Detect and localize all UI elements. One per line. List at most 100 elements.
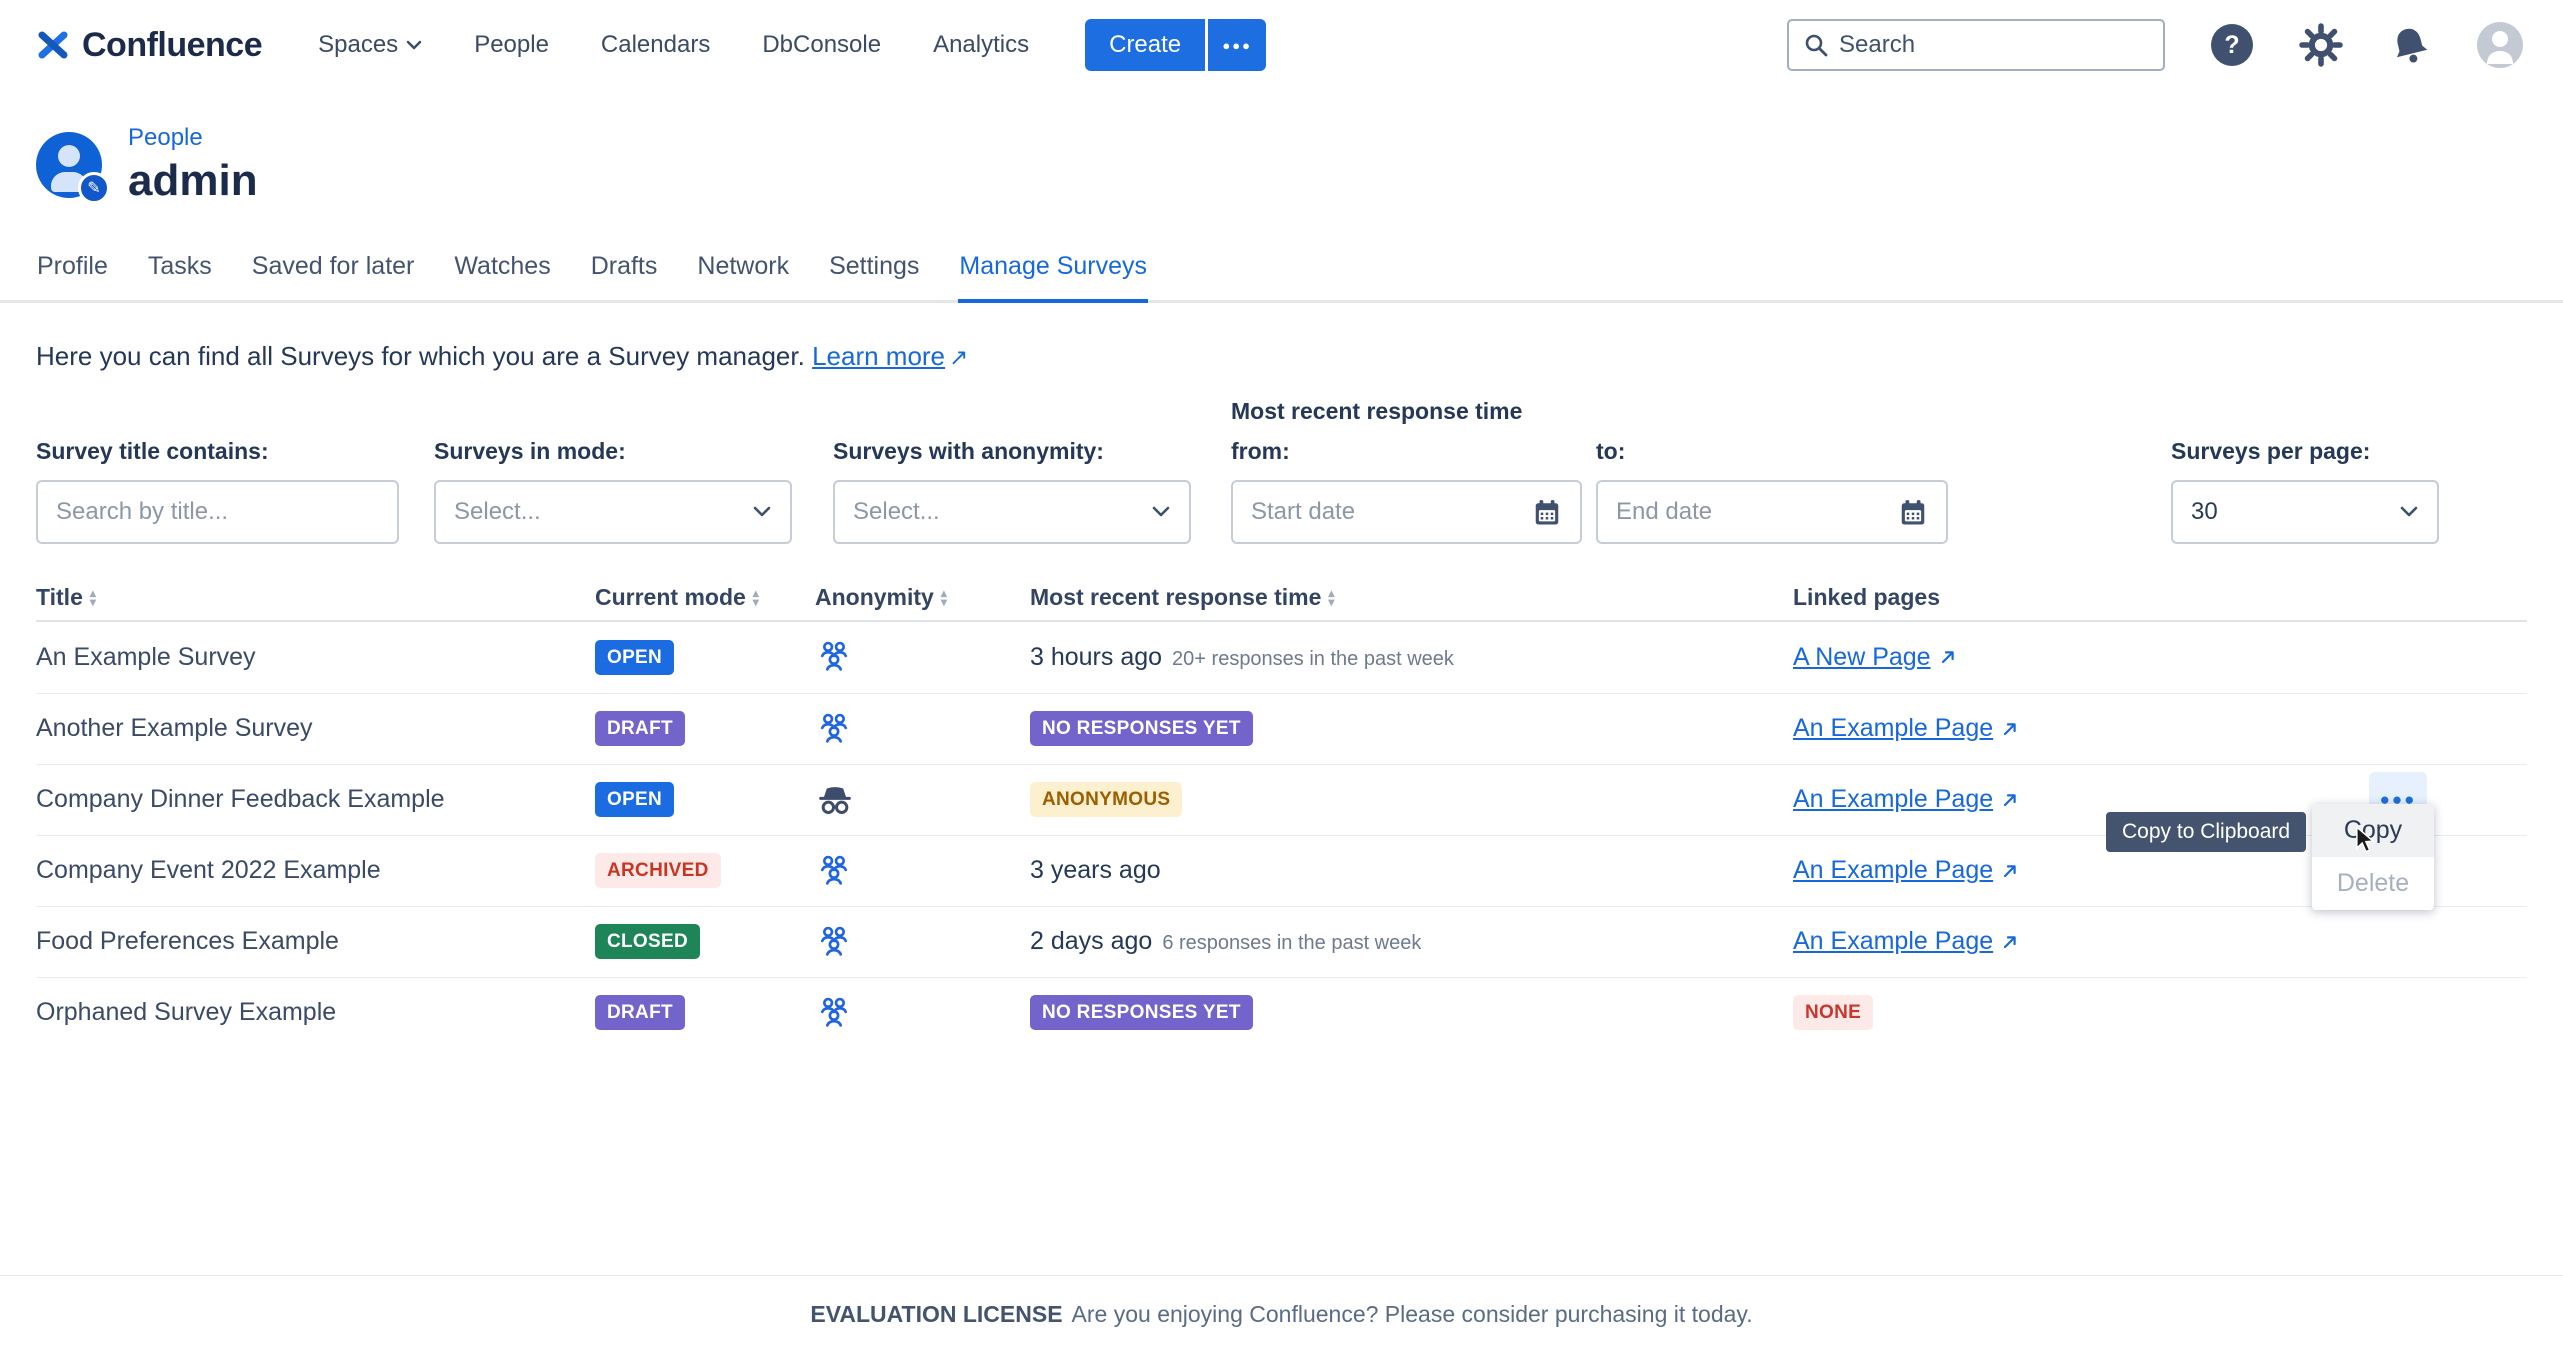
sort-icon: ▴▾ xyxy=(1328,589,1334,605)
recent-response-group-label: Most recent response time xyxy=(1231,398,1522,425)
response-time: 3 hours ago xyxy=(1030,643,1162,671)
license-text: Are you enjoying Confluence? Please cons… xyxy=(1072,1301,1753,1328)
per-page-select[interactable]: 30 xyxy=(2171,480,2439,544)
tab-drafts[interactable]: Drafts xyxy=(590,252,659,300)
chevron-down-icon xyxy=(752,506,772,518)
mode-badge: DRAFT xyxy=(595,711,685,746)
tab-saved-for-later[interactable]: Saved for later xyxy=(251,252,416,300)
settings-gear-icon[interactable] xyxy=(2299,23,2343,67)
response-badge: ANONYMOUS xyxy=(1030,782,1182,817)
intro-text: Here you can find all Surveys for which … xyxy=(0,341,2563,372)
nav-item-people[interactable]: People xyxy=(474,31,549,59)
confluence-logo[interactable]: Confluence xyxy=(36,26,262,65)
mode-badge: CLOSED xyxy=(595,924,700,959)
avatar-head-shape xyxy=(58,145,80,167)
create-button[interactable]: Create xyxy=(1085,19,1205,71)
learn-more-link[interactable]: Learn more xyxy=(812,341,945,371)
external-link-icon: ↗ xyxy=(949,344,968,371)
survey-title: Food Preferences Example xyxy=(36,927,595,956)
user-avatar[interactable] xyxy=(2477,22,2523,68)
response-badge: NO RESPONSES YET xyxy=(1030,711,1253,746)
calendar-icon[interactable] xyxy=(1898,497,1928,527)
incognito-icon xyxy=(815,780,1030,820)
profile-header: ✎ People admin xyxy=(0,124,2563,206)
chevron-down-icon xyxy=(2399,506,2419,518)
to-date-field xyxy=(1596,480,1948,544)
survey-filters: Most recent response time Survey title c… xyxy=(0,398,2563,548)
linked-page-link[interactable]: A New Page xyxy=(1793,643,1931,672)
people-group-icon xyxy=(815,638,1030,676)
survey-title: Orphaned Survey Example xyxy=(36,998,595,1027)
anonymity-filter-label: Surveys with anonymity: xyxy=(833,438,1191,465)
ellipsis-icon: ●●● xyxy=(1222,38,1252,53)
tab-manage-surveys[interactable]: Manage Surveys xyxy=(958,252,1148,303)
survey-title: Another Example Survey xyxy=(36,714,595,743)
survey-title: An Example Survey xyxy=(36,643,595,672)
row-actions-menu: Copy Delete xyxy=(2312,804,2434,910)
title-filter-input[interactable] xyxy=(56,498,379,526)
table-row: Another Example Survey DRAFT NO RESPONSE… xyxy=(36,693,2527,764)
nav-item-dbconsole[interactable]: DbConsole xyxy=(762,31,881,59)
search-input[interactable] xyxy=(1839,31,2149,59)
response-note: 6 responses in the past week xyxy=(1162,932,1421,954)
mouse-cursor xyxy=(2352,826,2378,854)
global-search[interactable] xyxy=(1787,19,2165,71)
license-label: EVALUATION LICENSE xyxy=(810,1301,1062,1328)
to-date-input[interactable] xyxy=(1616,498,1898,526)
external-link-icon xyxy=(2001,933,2019,951)
nav-item-calendars[interactable]: Calendars xyxy=(601,31,710,59)
external-link-icon xyxy=(2001,862,2019,880)
table-row: Orphaned Survey Example DRAFT NO RESPONS… xyxy=(36,977,2527,1048)
mode-badge: ARCHIVED xyxy=(595,853,721,888)
column-header-response[interactable]: Most recent response time ▴▾ xyxy=(1030,584,1793,611)
response-time: 3 years ago xyxy=(1030,856,1161,884)
title-filter-field xyxy=(36,480,399,544)
tab-network[interactable]: Network xyxy=(696,252,790,300)
column-header-mode[interactable]: Current mode ▴▾ xyxy=(595,584,815,611)
tab-watches[interactable]: Watches xyxy=(453,252,551,300)
tab-settings[interactable]: Settings xyxy=(828,252,920,300)
nav-item-spaces[interactable]: Spaces xyxy=(318,31,422,59)
response-note: 20+ responses in the past week xyxy=(1172,648,1454,670)
people-group-icon xyxy=(815,923,1030,961)
linked-page-link[interactable]: An Example Page xyxy=(1793,856,1993,885)
people-group-icon xyxy=(815,852,1030,890)
mode-badge: OPEN xyxy=(595,782,674,817)
nav-item-analytics[interactable]: Analytics xyxy=(933,31,1029,59)
search-icon xyxy=(1803,32,1829,58)
column-header-title[interactable]: Title ▴▾ xyxy=(36,584,595,611)
to-filter-label: to: xyxy=(1596,438,1948,465)
mode-filter-select[interactable]: Select... xyxy=(434,480,792,544)
notifications-bell-icon[interactable] xyxy=(2389,24,2431,66)
table-row: Food Preferences Example CLOSED 2 days a… xyxy=(36,906,2527,977)
menu-item-delete: Delete xyxy=(2312,857,2434,910)
linked-none-badge: NONE xyxy=(1793,995,1873,1030)
people-group-icon xyxy=(815,710,1030,748)
external-link-icon xyxy=(2001,720,2019,738)
from-date-field xyxy=(1231,480,1582,544)
top-navigation: Confluence Spaces People Calendars DbCon… xyxy=(0,0,2563,90)
create-more-button[interactable]: ●●● xyxy=(1208,19,1266,71)
column-header-anonymity[interactable]: Anonymity ▴▾ xyxy=(815,584,1030,611)
edit-avatar-icon[interactable]: ✎ xyxy=(78,172,110,204)
table-row: An Example Survey OPEN 3 hours ago20+ re… xyxy=(36,622,2527,693)
response-badge: NO RESPONSES YET xyxy=(1030,995,1253,1030)
calendar-icon[interactable] xyxy=(1532,497,1562,527)
mode-filter-label: Surveys in mode: xyxy=(434,438,792,465)
sort-icon: ▴▾ xyxy=(90,589,96,605)
license-footer: EVALUATION LICENSE Are you enjoying Conf… xyxy=(0,1275,2563,1352)
column-header-linked: Linked pages xyxy=(1793,584,2527,611)
linked-page-link[interactable]: An Example Page xyxy=(1793,927,1993,956)
breadcrumb-people-link[interactable]: People xyxy=(128,124,258,152)
external-link-icon xyxy=(1939,648,1957,666)
anonymity-filter-select[interactable]: Select... xyxy=(833,480,1191,544)
table-header-row: Title ▴▾ Current mode ▴▾ Anonymity ▴▾ Mo… xyxy=(36,576,2527,622)
help-button[interactable]: ? xyxy=(2211,24,2253,66)
tab-profile[interactable]: Profile xyxy=(36,252,109,300)
tab-tasks[interactable]: Tasks xyxy=(147,252,213,300)
linked-page-link[interactable]: An Example Page xyxy=(1793,714,1993,743)
from-date-input[interactable] xyxy=(1251,498,1532,526)
people-group-icon xyxy=(815,994,1030,1032)
sort-icon: ▴▾ xyxy=(941,589,947,605)
linked-page-link[interactable]: An Example Page xyxy=(1793,785,1993,814)
